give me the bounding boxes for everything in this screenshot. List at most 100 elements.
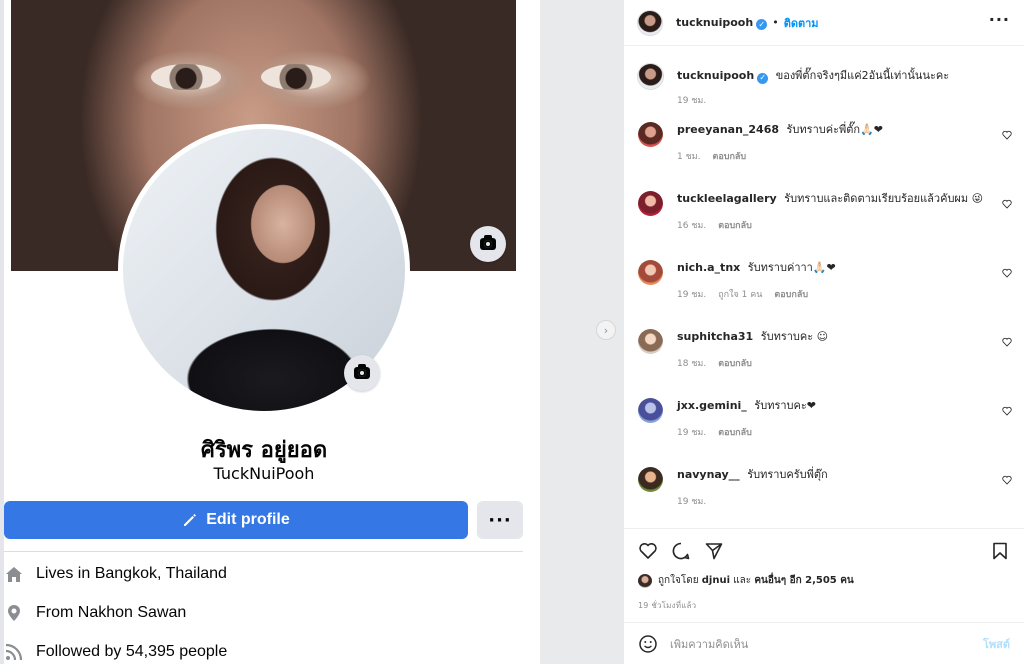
- comment-username[interactable]: nich.a_tnx: [677, 261, 740, 274]
- share-icon[interactable]: [704, 541, 724, 561]
- heart-icon[interactable]: [1002, 130, 1012, 140]
- instagram-post-panel: tucknuipooh ✓ • ติดตาม ··· tucknuipooh ✓ ข…: [624, 0, 1024, 664]
- home-icon: [4, 564, 24, 584]
- carousel-next-button[interactable]: ›: [596, 320, 616, 340]
- cover-camera-button[interactable]: [470, 226, 506, 262]
- rss-icon: [4, 642, 24, 662]
- header-separator-dot: •: [772, 16, 779, 29]
- heart-icon[interactable]: [1002, 268, 1012, 278]
- from-prefix: From: [36, 604, 78, 621]
- location-pin-icon: [4, 603, 24, 623]
- comment-body: preeyanan_2468 รับทราบค่ะพี่ตั๊ก🙏🏻❤: [677, 123, 995, 137]
- info-from: From Nakhon Sawan: [4, 601, 186, 625]
- likes-user[interactable]: djnui: [702, 575, 730, 586]
- comment-text: รับทราบคะ❤: [754, 399, 817, 412]
- comment-meta: 19 ชม. ถูกใจ 1 คน ตอบกลับ: [677, 287, 808, 301]
- caption-username-text: tucknuipooh: [677, 69, 755, 82]
- comment-time[interactable]: 19 ชม.: [677, 425, 706, 439]
- likes-text: ถูกใจโดย djnui และ คนอื่นๆ อีก 2,505 คน: [658, 573, 854, 588]
- comments-list[interactable]: tucknuipooh ✓ ของพี่ตั๊กจริงๆมีแค่2อันนี้…: [624, 47, 1024, 527]
- post-options-button[interactable]: ···: [989, 10, 1010, 29]
- comment-body: suphitcha31 รับทราบคะ ☺: [677, 330, 995, 344]
- add-comment-bar: โพสต์: [624, 622, 1024, 664]
- comment-username[interactable]: tuckleelagallery: [677, 192, 777, 205]
- edit-profile-label: Edit profile: [206, 511, 290, 528]
- heart-icon[interactable]: [1002, 199, 1012, 209]
- comment-text: รับทราบคะ ☺: [760, 330, 829, 343]
- comment-meta: 19 ชม.: [677, 494, 706, 508]
- followed-by-text[interactable]: Followed by 54,395 people: [36, 643, 227, 661]
- comment-body: nich.a_tnx รับทราบค่าาา🙏🏻❤: [677, 261, 995, 275]
- avatar[interactable]: [638, 260, 663, 285]
- header-username-text: tucknuipooh: [676, 15, 754, 29]
- caption-time[interactable]: 19 ชม.: [677, 93, 706, 107]
- reply-button[interactable]: ตอบกลับ: [718, 218, 752, 232]
- avatar[interactable]: [638, 398, 663, 423]
- post-comment-button[interactable]: โพสต์: [983, 635, 1010, 653]
- comment-text: รับทราบและติดตามเรียบร้อยแล้วคับผม 😜: [784, 192, 984, 205]
- post-author-username[interactable]: tucknuipooh ✓: [676, 15, 768, 30]
- caption-username[interactable]: tucknuipooh ✓: [677, 69, 769, 84]
- comment-text: รับทราบค่าาา🙏🏻❤: [747, 261, 836, 274]
- emoji-icon[interactable]: [638, 634, 658, 654]
- heart-icon[interactable]: [1002, 337, 1012, 347]
- info-from-text: From Nakhon Sawan: [36, 604, 186, 622]
- bookmark-icon[interactable]: [990, 541, 1010, 561]
- post-header: tucknuipooh ✓ • ติดตาม ···: [624, 0, 1024, 46]
- heart-icon[interactable]: [638, 541, 658, 561]
- comment-time[interactable]: 19 ชม.: [677, 287, 706, 301]
- likes-others[interactable]: คนอื่นๆ อีก 2,505 คน: [754, 575, 853, 586]
- avatar[interactable]: [638, 10, 662, 35]
- comment-time[interactable]: 19 ชม.: [677, 494, 706, 508]
- comment-body: jxx.gemini_ รับทราบคะ❤: [677, 399, 995, 413]
- facebook-profile-screenshot: ศิริพร อยู่ยอด TuckNuiPooh Edit profile …: [0, 0, 540, 664]
- avatar[interactable]: [638, 467, 663, 492]
- avatar[interactable]: [638, 122, 663, 147]
- comment-time[interactable]: 18 ชม.: [677, 356, 706, 370]
- lives-value[interactable]: Bangkok, Thailand: [95, 565, 227, 582]
- info-lives-text: Lives in Bangkok, Thailand: [36, 565, 227, 583]
- comment-likes[interactable]: ถูกใจ 1 คน: [718, 287, 762, 301]
- action-icons: [638, 541, 724, 561]
- reply-button[interactable]: ตอบกลับ: [718, 425, 752, 439]
- comment-input[interactable]: [670, 637, 960, 651]
- post-timestamp[interactable]: 19 ชั่วโมงที่แล้ว: [638, 599, 696, 612]
- avatar[interactable]: [638, 329, 663, 354]
- more-label: ···: [488, 509, 512, 531]
- cover-eye-left: [151, 64, 221, 90]
- avatar-camera-button[interactable]: [344, 355, 380, 391]
- comment-icon[interactable]: [671, 541, 691, 561]
- avatar[interactable]: [638, 191, 663, 216]
- chevron-right-icon: ›: [603, 323, 609, 337]
- avatar[interactable]: [638, 573, 652, 588]
- comment-time[interactable]: 16 ชม.: [677, 218, 706, 232]
- heart-icon[interactable]: [1002, 406, 1012, 416]
- comment-username[interactable]: navynay__: [677, 468, 740, 481]
- info-lives-in: Lives in Bangkok, Thailand: [4, 562, 227, 586]
- comment-time[interactable]: 1 ชม.: [677, 149, 701, 163]
- divider: [4, 551, 523, 552]
- follow-button[interactable]: ติดตาม: [784, 14, 819, 32]
- comment-meta: 18 ชม. ตอบกลับ: [677, 356, 752, 370]
- comment-meta: 1 ชม. ตอบกลับ: [677, 149, 746, 163]
- caption-text: ของพี่ตั๊กจริงๆมีแค่2อันนี้เท่านั้นนะคะ: [775, 69, 950, 82]
- likes-prefix: ถูกใจโดย: [658, 575, 699, 586]
- more-options-button[interactable]: ···: [477, 501, 523, 539]
- profile-username: TuckNuiPooh: [213, 464, 315, 483]
- camera-icon: [354, 364, 370, 379]
- comment-meta: 19 ชม. ตอบกลับ: [677, 425, 752, 439]
- comment-username[interactable]: suphitcha31: [677, 330, 753, 343]
- edit-profile-button[interactable]: Edit profile: [4, 501, 468, 539]
- heart-icon[interactable]: [1002, 475, 1012, 485]
- reply-button[interactable]: ตอบกลับ: [774, 287, 808, 301]
- camera-icon: [480, 235, 496, 250]
- comment-username[interactable]: preeyanan_2468: [677, 123, 779, 136]
- from-value[interactable]: Nakhon Sawan: [78, 604, 187, 621]
- comment-text: รับทราบค่ะพี่ตั๊ก🙏🏻❤: [786, 123, 883, 136]
- avatar[interactable]: [638, 64, 663, 89]
- reply-button[interactable]: ตอบกลับ: [718, 356, 752, 370]
- lives-prefix: Lives in: [36, 565, 95, 582]
- reply-button[interactable]: ตอบกลับ: [713, 149, 747, 163]
- comment-username[interactable]: jxx.gemini_: [677, 399, 747, 412]
- post-actions: ถูกใจโดย djnui และ คนอื่นๆ อีก 2,505 คน …: [624, 528, 1024, 664]
